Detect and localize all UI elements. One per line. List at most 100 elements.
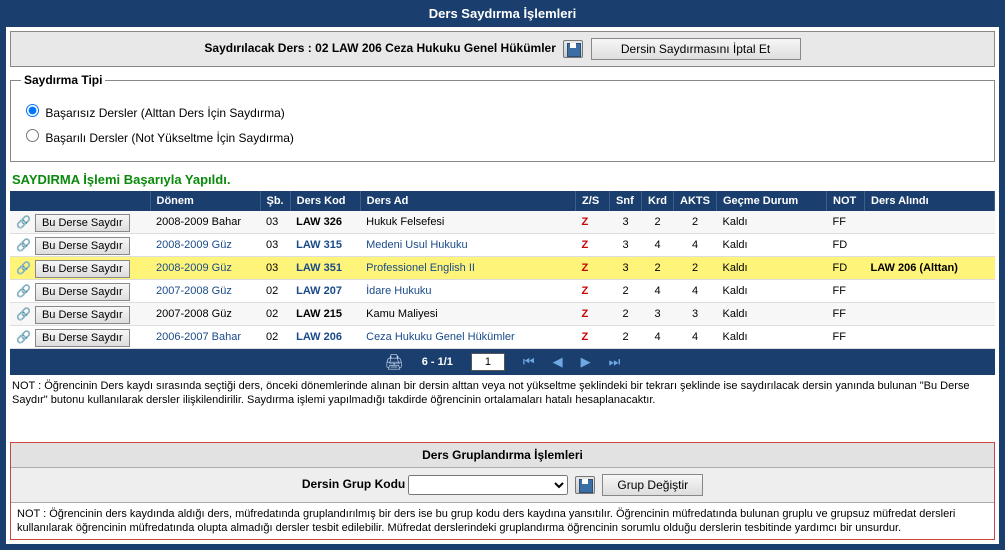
ad-link[interactable]: İdare Hukuku (366, 285, 431, 297)
save-icon[interactable] (563, 40, 583, 58)
cell-akts: 2 (674, 211, 717, 234)
cell-ad: Kamu Maliyesi (360, 303, 575, 326)
radio-basarili[interactable] (26, 129, 39, 142)
cell-not: FD (827, 257, 865, 280)
cell-kod: LAW 351 (290, 257, 360, 280)
top-action-bar: Saydırılacak Ders : 02 LAW 206 Ceza Huku… (10, 31, 995, 67)
table-row: 🔗Bu Derse Saydır2006-2007 Bahar02LAW 206… (10, 326, 995, 349)
note-group: NOT : Öğrencinin ders kaydında aldığı de… (11, 503, 994, 540)
col-krd: Krd (642, 191, 674, 211)
link-icon: 🔗 (16, 238, 31, 252)
cell-akts: 4 (674, 280, 717, 303)
ad-link[interactable]: Ceza Hukuku Genel Hükümler (366, 331, 515, 343)
group-change-button[interactable]: Grup Değiştir (602, 474, 703, 496)
col-donem: Dönem (150, 191, 260, 211)
cell-sb: 03 (260, 257, 290, 280)
cell-donem: 2008-2009 Güz (150, 234, 260, 257)
cell-ad: Ceza Hukuku Genel Hükümler (360, 326, 575, 349)
cell-zs: Z (576, 234, 610, 257)
nav-first-icon[interactable]: ⏮ (523, 354, 535, 370)
cell-sb: 03 (260, 211, 290, 234)
cell-donem: 2008-2009 Güz (150, 257, 260, 280)
cell-akts: 4 (674, 234, 717, 257)
saydirma-tipi-fieldset: Saydırma Tipi Başarısız Dersler (Alttan … (10, 73, 995, 162)
cell-action: 🔗Bu Derse Saydır (10, 303, 150, 326)
donem-link[interactable]: 2006-2007 Bahar (156, 331, 241, 343)
nav-prev-icon[interactable]: ◀ (553, 354, 563, 370)
cell-sb: 02 (260, 303, 290, 326)
kod: LAW 326 (296, 216, 342, 228)
cell-action: 🔗Bu Derse Saydır (10, 211, 150, 234)
cancel-saydirma-button[interactable]: Dersin Saydırmasını İptal Et (591, 38, 801, 60)
cell-alindi (865, 211, 995, 234)
cell-zs: Z (576, 303, 610, 326)
saydir-row-button[interactable]: Bu Derse Saydır (35, 329, 130, 347)
cell-snf: 2 (610, 280, 642, 303)
saydirma-tipi-legend: Saydırma Tipi (21, 73, 105, 87)
nav-next-icon[interactable]: ▶ (581, 354, 591, 370)
cell-kod: LAW 326 (290, 211, 360, 234)
cell-alindi (865, 326, 995, 349)
cell-not: FF (827, 280, 865, 303)
saydir-prefix: Saydırılacak Ders : (204, 41, 315, 55)
kod-link[interactable]: LAW 315 (296, 239, 342, 251)
cell-donem: 2007-2008 Güz (150, 280, 260, 303)
cell-krd: 2 (642, 211, 674, 234)
cell-kod: LAW 206 (290, 326, 360, 349)
group-save-icon[interactable] (575, 476, 595, 494)
kod-link[interactable]: LAW 351 (296, 262, 342, 274)
saydir-row-button[interactable]: Bu Derse Saydır (35, 283, 130, 301)
kod-link[interactable]: LAW 207 (296, 285, 342, 297)
cell-kod: LAW 315 (290, 234, 360, 257)
cell-ad: Professionel English II (360, 257, 575, 280)
saydir-row-button[interactable]: Bu Derse Saydır (35, 260, 130, 278)
cell-donem: 2006-2007 Bahar (150, 326, 260, 349)
link-icon: 🔗 (16, 330, 31, 344)
col-gecme: Geçme Durum (717, 191, 827, 211)
donem-link[interactable]: 2007-2008 Güz (156, 285, 232, 297)
radio-basarili-label: Başarılı Dersler (Not Yükseltme İçin Say… (45, 131, 294, 145)
cell-not: FD (827, 234, 865, 257)
table-row: 🔗Bu Derse Saydır2007-2008 Güz02LAW 215Ka… (10, 303, 995, 326)
courses-table: Dönem Şb. Ders Kod Ders Ad Z/S Snf Krd A… (10, 191, 995, 349)
print-icon[interactable]: 🖨 (385, 353, 404, 371)
page-range: 6 - 1/1 (422, 356, 453, 368)
link-icon: 🔗 (16, 261, 31, 275)
saydir-row-button[interactable]: Bu Derse Saydır (35, 214, 130, 232)
ad-link[interactable]: Medeni Usul Hukuku (366, 239, 468, 251)
cell-snf: 3 (610, 234, 642, 257)
cell-action: 🔗Bu Derse Saydır (10, 280, 150, 303)
cell-not: FF (827, 326, 865, 349)
note-saydirma: NOT : Öğrencinin Ders kaydı sırasında se… (6, 375, 999, 412)
kod: LAW 215 (296, 308, 342, 320)
cell-sb: 03 (260, 234, 290, 257)
cell-krd: 2 (642, 257, 674, 280)
kod-link[interactable]: LAW 206 (296, 331, 342, 343)
cell-krd: 3 (642, 303, 674, 326)
cell-gecme: Kaldı (717, 303, 827, 326)
cell-zs: Z (576, 280, 610, 303)
table-row: 🔗 Bu Derse Saydır 2008-2009 Güz 03 LAW 315 Me… (10, 234, 995, 257)
saydir-row-button[interactable]: Bu Derse Saydır (35, 237, 130, 255)
donem-link[interactable]: 2008-2009 Güz (156, 239, 232, 251)
success-message: SAYDIRMA İşlemi Başarıyla Yapıldı. (6, 168, 999, 191)
ad-link[interactable]: Professionel English II (366, 262, 475, 274)
group-code-select[interactable] (408, 475, 568, 495)
donem-link[interactable]: 2008-2009 Güz (156, 262, 232, 274)
nav-last-icon[interactable]: ⏭ (609, 354, 621, 370)
cell-ad: Hukuk Felsefesi (360, 211, 575, 234)
cell-snf: 2 (610, 303, 642, 326)
cell-alindi (865, 303, 995, 326)
page-input[interactable] (471, 353, 505, 371)
cell-ad: Medeni Usul Hukuku (360, 234, 575, 257)
saydir-row-button[interactable]: Bu Derse Saydır (35, 306, 130, 324)
table-row: 🔗Bu Derse Saydır2007-2008 Güz02LAW 207İd… (10, 280, 995, 303)
radio-basarisiz[interactable] (26, 104, 39, 117)
table-row: 🔗 Bu Derse Saydır 2008-2009 Güz 03 LAW 351 Pr… (10, 257, 995, 280)
cell-kod: LAW 215 (290, 303, 360, 326)
cell-akts: 3 (674, 303, 717, 326)
cell-zs: Z (576, 326, 610, 349)
cell-zs: Z (576, 211, 610, 234)
cell-akts: 2 (674, 257, 717, 280)
table-row: 🔗Bu Derse Saydır2008-2009 Bahar03LAW 326… (10, 211, 995, 234)
